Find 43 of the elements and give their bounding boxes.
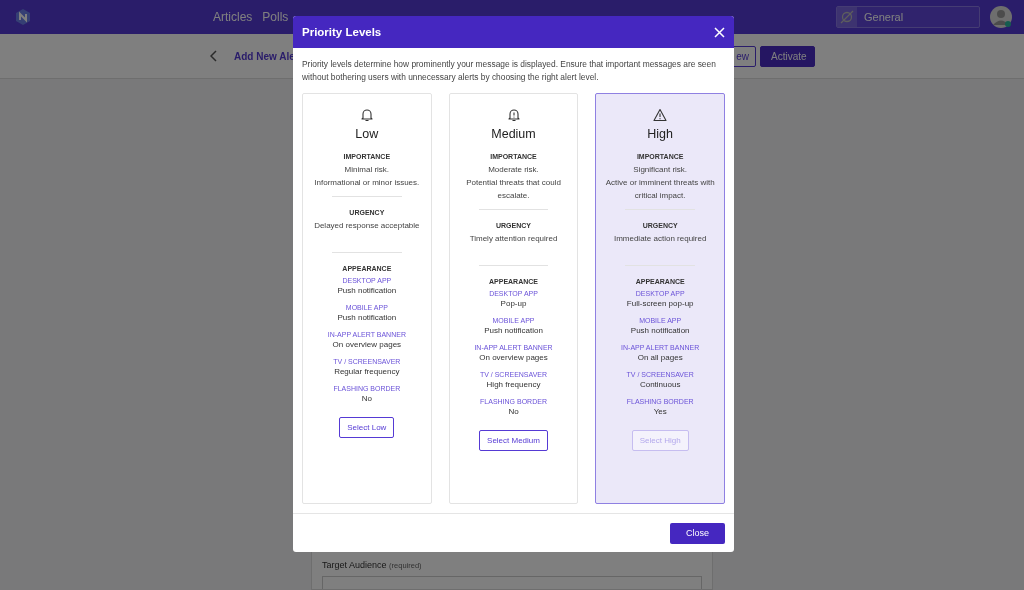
channel-value: Regular frequency — [334, 367, 400, 376]
nav-link[interactable]: Polls — [262, 10, 289, 24]
level-name: Low — [355, 127, 379, 141]
channel-value: No — [508, 407, 519, 416]
back-chevron-icon[interactable] — [210, 50, 218, 62]
importance-text: Moderate risk. Potential threats that could escalate. — [465, 164, 562, 202]
warning-icon — [653, 108, 668, 122]
urgency-text: Delayed response acceptable — [314, 220, 420, 232]
channel-value: Push notification — [337, 286, 397, 295]
activate-button[interactable]: Activate — [760, 45, 815, 67]
channel-value: High frequency — [486, 380, 541, 389]
bell-exclamation-icon — [506, 108, 521, 122]
select-level-button[interactable]: Select Medium — [479, 430, 548, 451]
avatar-icon[interactable] — [990, 6, 1012, 28]
channel-value: Push notification — [484, 326, 543, 335]
channel-value: On all pages — [637, 353, 683, 362]
nav-link[interactable]: Articles — [213, 10, 253, 24]
channel-value: Push notification — [630, 326, 690, 335]
channel-value: Push notification — [337, 313, 397, 322]
urgency-text: Immediate action required — [613, 233, 707, 245]
channel-value: Yes — [653, 407, 667, 416]
importance-text: Significant risk. Active or imminent threats with critical impact. — [604, 164, 716, 202]
close-button[interactable]: Close — [670, 522, 725, 544]
channel-value: Full-screen pop-up — [626, 299, 694, 308]
channel-value: Pop-up — [500, 299, 527, 308]
priority-card[interactable] — [595, 93, 725, 504]
intro-text: Priority levels determine how prominently your message is displayed. Ensure that important messages are seen without bothering users with unnecessary alerts by choosing the right alert level. — [302, 58, 717, 84]
channel-value: Continuous — [639, 380, 681, 389]
app-logo-icon[interactable] — [14, 8, 32, 26]
field-label: Target Audience — [322, 560, 387, 570]
input-field[interactable] — [322, 576, 702, 589]
bell-icon — [359, 108, 374, 122]
select-level-button[interactable]: Select Low — [339, 417, 395, 438]
channel-value: On overview pages — [479, 353, 548, 362]
level-name: High — [647, 127, 674, 141]
dialog-title: Priority Levels — [302, 26, 382, 38]
urgency-text: Timely attention required — [469, 233, 558, 245]
channel-value: No — [361, 394, 372, 403]
channel-select-field[interactable]: General — [836, 6, 980, 28]
close-icon[interactable] — [714, 26, 725, 38]
level-name: Medium — [491, 127, 536, 141]
importance-text: Minimal risk. Informational or minor issues. — [314, 164, 420, 189]
channel-value: On overview pages — [332, 340, 402, 349]
